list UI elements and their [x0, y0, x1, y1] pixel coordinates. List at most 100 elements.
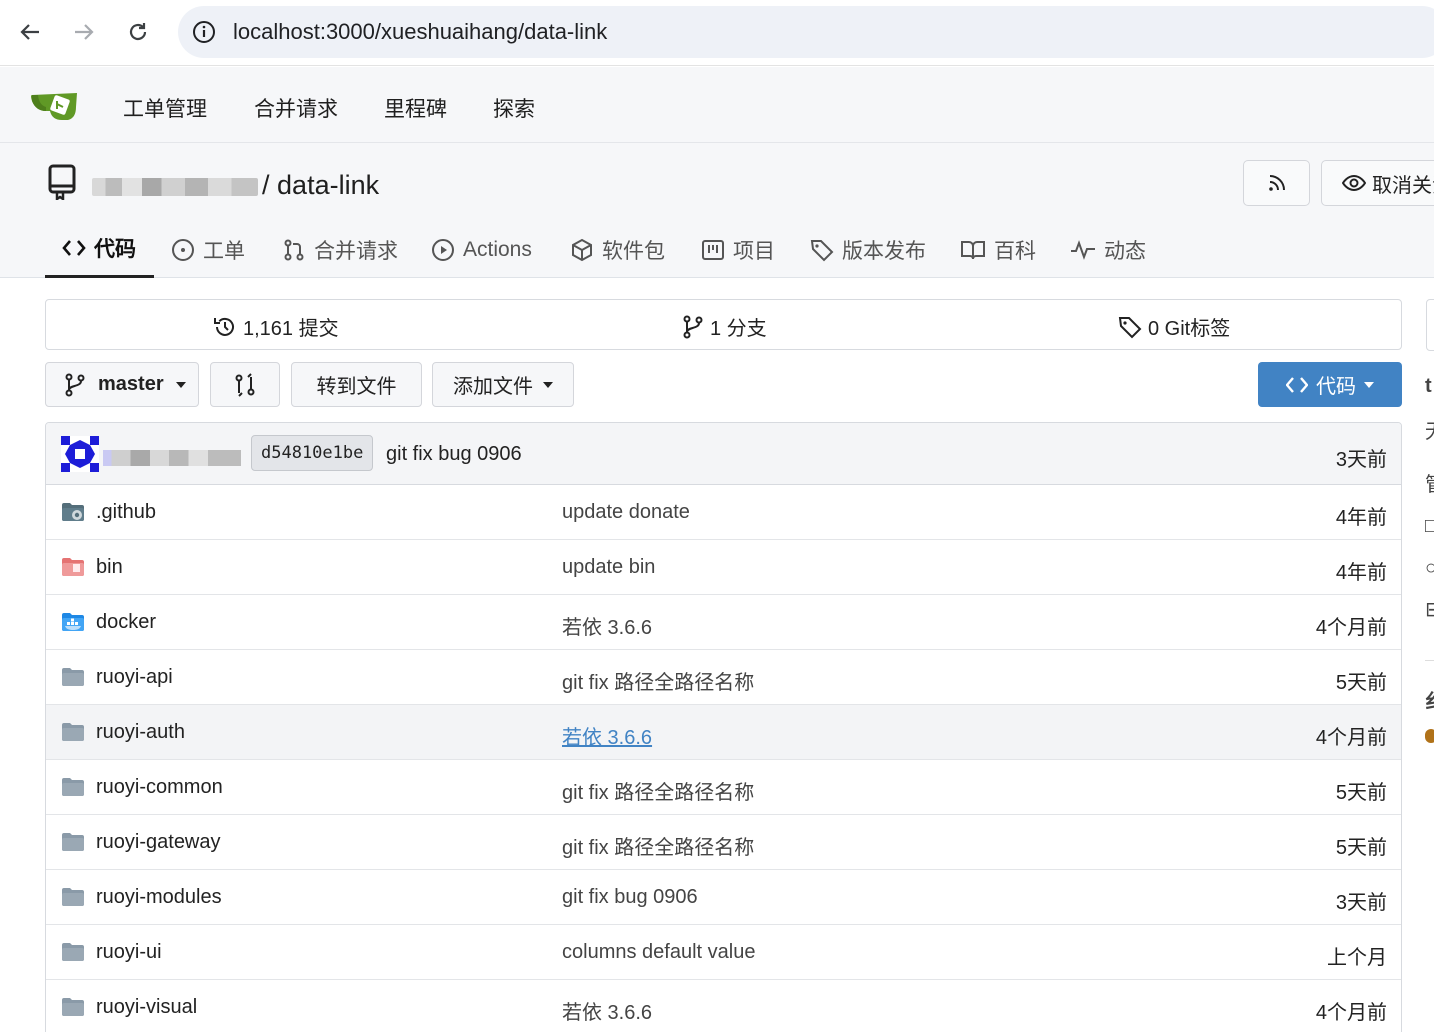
file-commit-message[interactable]: git fix 路径全路径名称 — [562, 776, 754, 805]
file-name[interactable]: ruoyi-modules — [96, 886, 222, 909]
file-commit-message[interactable]: git fix bug 0906 — [562, 886, 698, 909]
rss-button[interactable] — [1243, 160, 1310, 206]
file-name[interactable]: ruoyi-auth — [96, 721, 185, 744]
branches-stat[interactable]: 1 分支 — [682, 312, 767, 341]
url-text[interactable]: localhost:3000/xueshuaihang/data-link — [233, 19, 607, 45]
file-commit-message[interactable]: update bin — [562, 556, 655, 579]
file-row[interactable]: docker 若依 3.6.6 4个月前 — [46, 595, 1401, 650]
commit-message[interactable]: git fix bug 0906 — [386, 443, 522, 466]
sidebar-fragment: t — [1425, 375, 1432, 397]
add-file-dropdown[interactable]: 添加文件 — [432, 362, 574, 407]
file-row[interactable]: ruoyi-visual 若依 3.6.6 4个月前 — [46, 980, 1401, 1032]
nav-explore[interactable]: 探索 — [493, 93, 535, 123]
nav-issues[interactable]: 工单管理 — [123, 93, 207, 123]
file-commit-time: 3天前 — [1335, 892, 1387, 914]
branch-icon — [683, 315, 703, 338]
folder-icon — [62, 778, 84, 796]
repo-owner-redacted[interactable] — [92, 178, 258, 196]
file-name[interactable]: ruoyi-visual — [96, 996, 197, 1019]
file-commit-time: 5天前 — [1335, 672, 1387, 694]
file-commit-message[interactable]: 若依 3.6.6 — [562, 721, 652, 750]
rss-icon — [1268, 175, 1285, 191]
file-commit-message[interactable]: git fix 路径全路径名称 — [562, 831, 754, 860]
tab-actions[interactable]: Actions — [431, 221, 532, 278]
file-row[interactable]: ruoyi-api git fix 路径全路径名称 5天前 — [46, 650, 1401, 705]
latest-commit-row: d54810e1be git fix bug 0906 3天前 — [46, 423, 1401, 485]
play-icon — [432, 238, 454, 261]
reload-icon[interactable] — [120, 14, 156, 50]
file-name[interactable]: ruoyi-ui — [96, 941, 162, 964]
commit-author-redacted[interactable] — [103, 450, 241, 466]
file-name[interactable]: docker — [96, 611, 156, 634]
branch-dropdown[interactable]: master — [45, 362, 199, 407]
tab-pull-requests[interactable]: 合并请求 — [282, 221, 398, 278]
file-commit-message[interactable]: 若依 3.6.6 — [562, 996, 652, 1025]
address-bar[interactable]: localhost:3000/xueshuaihang/data-link — [178, 6, 1434, 58]
file-table: d54810e1be git fix bug 0906 3天前 .github u… — [45, 422, 1402, 1032]
sidebar-divider — [1425, 660, 1434, 661]
repo-title[interactable]: / data-link — [262, 170, 379, 201]
repo-name[interactable]: data-link — [277, 170, 379, 200]
folder-icon — [62, 668, 84, 686]
tab-releases[interactable]: 版本发布 — [810, 221, 926, 278]
file-commit-time: 5天前 — [1335, 782, 1387, 804]
folder-github-icon — [62, 503, 84, 521]
file-commit-time: 4个月前 — [1315, 617, 1387, 639]
file-name[interactable]: ruoyi-common — [96, 776, 223, 799]
folder-icon — [62, 943, 84, 961]
file-commit-time: 4个月前 — [1315, 1002, 1387, 1024]
tag-icon — [810, 239, 834, 261]
repo-icon — [48, 164, 76, 200]
back-icon[interactable] — [12, 14, 48, 50]
forward-icon[interactable] — [66, 14, 102, 50]
file-row[interactable]: ruoyi-modules git fix bug 0906 3天前 — [46, 870, 1401, 925]
nav-pull-requests[interactable]: 合并请求 — [254, 93, 338, 123]
goto-file-button[interactable]: 转到文件 — [291, 362, 422, 407]
file-row[interactable]: ruoyi-gateway git fix 路径全路径名称 5天前 — [46, 815, 1401, 870]
file-row[interactable]: .github update donate 4年前 — [46, 485, 1401, 540]
file-row[interactable]: ruoyi-ui columns default value 上个月 — [46, 925, 1401, 980]
file-commit-time: 上个月 — [1327, 947, 1387, 969]
file-commit-message[interactable]: update donate — [562, 501, 690, 524]
sidebar-fragment: 无 — [1425, 415, 1434, 444]
tab-code[interactable]: 代码 — [45, 221, 154, 278]
clone-code-button[interactable]: 代码 — [1258, 362, 1402, 407]
unwatch-button[interactable]: 取消关注 — [1321, 160, 1434, 206]
file-name[interactable]: bin — [96, 556, 123, 579]
folder-docker-icon — [62, 613, 84, 631]
file-row[interactable]: ruoyi-common git fix 路径全路径名称 5天前 — [46, 760, 1401, 815]
file-name[interactable]: .github — [96, 501, 156, 524]
site-info-icon[interactable] — [192, 20, 216, 44]
commit-sha[interactable]: d54810e1be — [251, 435, 374, 471]
tab-wiki[interactable]: 百科 — [960, 221, 1036, 278]
file-row[interactable]: bin update bin 4年前 — [46, 540, 1401, 595]
issue-icon — [172, 238, 194, 261]
nav-milestones[interactable]: 里程碑 — [384, 93, 447, 123]
file-commit-message[interactable]: git fix 路径全路径名称 — [562, 666, 754, 695]
folder-icon — [62, 888, 84, 906]
tab-issues[interactable]: 工单 — [171, 221, 245, 278]
file-name[interactable]: ruoyi-api — [96, 666, 173, 689]
folder-icon — [62, 998, 84, 1016]
tab-activity[interactable]: 动态 — [1070, 221, 1146, 278]
chevron-down-icon — [1364, 381, 1374, 388]
tab-packages[interactable]: 软件包 — [570, 221, 665, 278]
file-name[interactable]: ruoyi-gateway — [96, 831, 221, 854]
compare-button[interactable] — [210, 362, 280, 407]
book-icon — [961, 240, 985, 259]
sidebar-fragment: □ — [1425, 515, 1434, 537]
eye-icon — [1342, 174, 1366, 192]
file-commit-message[interactable]: columns default value — [562, 941, 755, 964]
file-commit-time: 5天前 — [1335, 837, 1387, 859]
tags-stat[interactable]: 0 Git标签 — [1118, 312, 1230, 341]
file-commit-message[interactable]: 若依 3.6.6 — [562, 611, 652, 640]
file-row[interactable]: ruoyi-auth 若依 3.6.6 4个月前 — [46, 705, 1401, 760]
chevron-down-icon — [175, 381, 186, 388]
gitea-logo-icon[interactable] — [30, 87, 80, 123]
tab-projects[interactable]: 项目 — [701, 221, 775, 278]
commits-stat[interactable]: 1,161 提交 — [213, 312, 339, 341]
pull-request-icon — [284, 239, 304, 260]
sidebar-fragment: 纟 — [1425, 685, 1434, 714]
folder-icon — [62, 833, 84, 851]
avatar[interactable] — [61, 436, 99, 472]
